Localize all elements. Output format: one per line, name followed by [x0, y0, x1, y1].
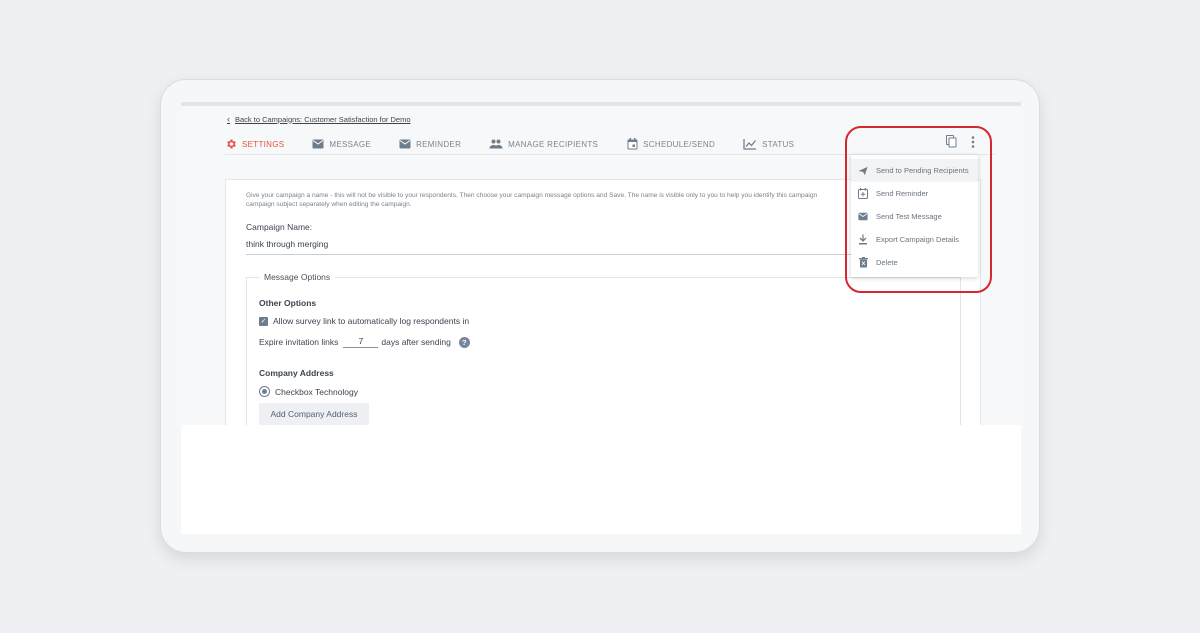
calendar-icon: [626, 138, 638, 150]
expire-prefix: Expire invitation links: [259, 337, 339, 347]
intro-text: Give your campaign a name - this will no…: [246, 191, 856, 209]
tab-label: MESSAGE: [329, 139, 372, 149]
back-to-campaigns-link[interactable]: ‹ Back to Campaigns: Customer Satisfacti…: [227, 114, 411, 124]
company-address-title: Company Address: [259, 368, 334, 378]
campaign-name-label: Campaign Name:: [246, 222, 313, 232]
expire-suffix: days after sending: [381, 337, 451, 347]
tab-label: STATUS: [762, 139, 795, 149]
tab-settings[interactable]: SETTINGS: [225, 134, 285, 155]
gear-icon: [225, 138, 237, 150]
tab-label: SETTINGS: [242, 139, 285, 149]
add-company-address-button[interactable]: Add Company Address: [259, 403, 369, 425]
people-icon: [489, 138, 503, 150]
tab-reminder[interactable]: REMINDER: [399, 134, 461, 154]
tab-message[interactable]: MESSAGE: [312, 134, 371, 154]
auto-login-checkbox[interactable]: ✓: [259, 316, 268, 326]
trend-chart-icon: [743, 138, 757, 150]
company-address-option: Checkbox Technology: [259, 386, 358, 397]
tab-manage-recipients[interactable]: MANAGE RECIPIENTS: [489, 134, 598, 154]
highlight-annotation: [845, 126, 992, 293]
help-icon[interactable]: ?: [458, 336, 470, 348]
tab-label: SCHEDULE/SEND: [643, 139, 716, 149]
message-options-legend: Message Options: [259, 272, 336, 282]
envelope-icon: [312, 138, 324, 150]
intro-line-2: campaign subject separately when editing…: [246, 201, 412, 208]
company-address-radio[interactable]: [259, 386, 270, 397]
tab-status[interactable]: STATUS: [743, 134, 794, 154]
campaign-tabs: SETTINGS MESSAGE REMINDER MANAGE RECIPIE…: [225, 134, 822, 155]
tab-schedule-send[interactable]: SCHEDULE/SEND: [626, 134, 715, 154]
tab-label: REMINDER: [416, 139, 462, 149]
message-options-fieldset: Message Options Other Options ✓ Allow su…: [246, 272, 961, 425]
expire-links-row: Expire invitation links 7 days after sen…: [259, 336, 470, 348]
back-link-label: Back to Campaigns: Customer Satisfaction…: [235, 114, 411, 124]
expire-days-input[interactable]: 7: [343, 336, 379, 348]
auto-login-label: Allow survey link to automatically log r…: [273, 316, 470, 326]
intro-line-1: Give your campaign a name - this will no…: [246, 192, 818, 199]
auto-login-option: ✓ Allow survey link to automatically log…: [259, 316, 469, 326]
tab-label: MANAGE RECIPIENTS: [508, 139, 599, 149]
company-address-label: Checkbox Technology: [275, 386, 359, 397]
envelope-icon: [399, 138, 411, 150]
campaign-name-input[interactable]: think through merging: [246, 239, 866, 255]
other-options-title: Other Options: [259, 298, 317, 308]
chevron-left-icon: ‹: [227, 114, 230, 124]
